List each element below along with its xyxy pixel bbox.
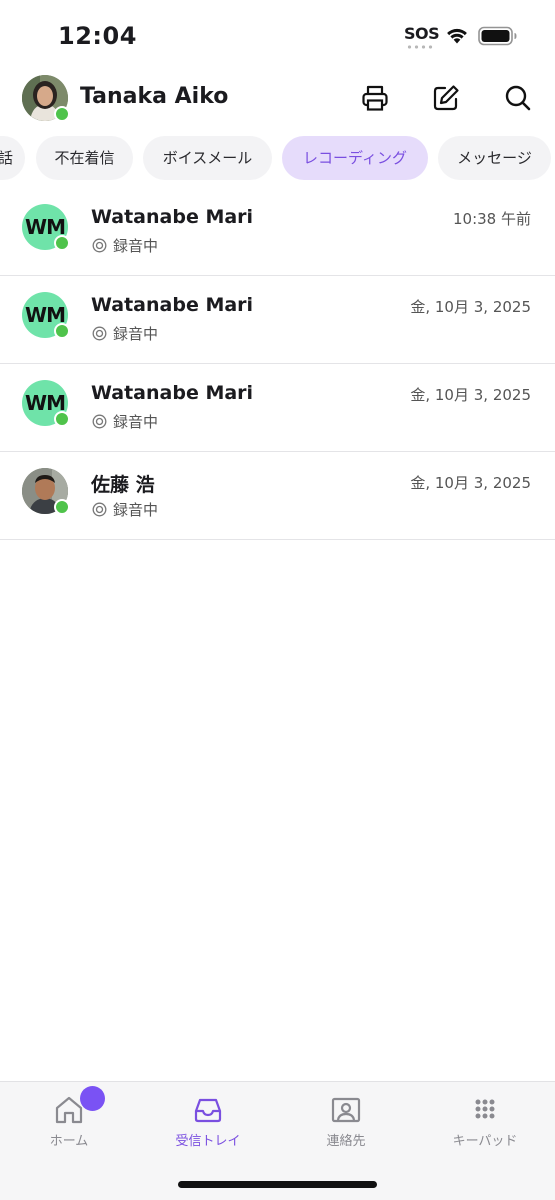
list-item[interactable]: 佐藤 浩 録音中 金, 10月 3, 2025 [0,452,555,540]
list-item[interactable]: WM Watanabe Mari 録音中 10:38 午前 [0,188,555,276]
chip-messages[interactable]: メッセージ [438,136,551,180]
recording-status: 録音中 [92,235,158,256]
list-item[interactable]: WM Watanabe Mari 録音中 金, 10月 3, 2025 [0,276,555,364]
inbox-icon [194,1098,222,1123]
recording-status-label: 録音中 [113,501,159,519]
user-name: Tanaka Aiko [80,84,229,109]
search-icon[interactable] [503,83,533,113]
tab-contacts[interactable]: 連絡先 [277,1094,415,1154]
contact-name: Watanabe Mari [91,294,254,316]
recording-date: 金, 10月 3, 2025 [410,298,531,316]
contact-avatar [22,468,70,515]
record-icon [92,238,107,253]
recording-date: 金, 10月 3, 2025 [410,474,531,492]
contact-avatar: WM [22,380,70,427]
recording-status-label: 録音中 [113,237,159,255]
presence-dot [54,106,70,122]
signal-dots [406,45,434,49]
recording-status-label: 録音中 [113,325,159,343]
recording-status: 録音中 [92,411,158,432]
list-item[interactable]: WM Watanabe Mari 録音中 金, 10月 3, 2025 [0,364,555,452]
status-time: 12:04 [58,22,137,50]
chip-calls[interactable]: 話 [0,136,25,180]
tab-inbox[interactable]: 受信トレイ [139,1094,277,1154]
record-icon [92,326,107,341]
chip-missed[interactable]: 不在着信 [36,136,133,180]
recording-status-label: 録音中 [113,413,159,431]
app-header: Tanaka Aiko [0,70,555,130]
chip-recordings[interactable]: レコーディング [282,136,428,180]
chip-voicemail[interactable]: ボイスメール [143,136,272,180]
recording-date: 金, 10月 3, 2025 [410,386,531,404]
user-avatar[interactable] [22,75,70,122]
battery-icon [478,26,517,46]
recordings-list: WM Watanabe Mari 録音中 10:38 午前 WM Watanab… [0,188,555,540]
compose-icon[interactable] [431,83,461,113]
wifi-icon [447,28,467,44]
status-bar: 12:04 SOS [0,0,555,70]
keypad-icon [475,1099,495,1119]
recording-status: 録音中 [92,323,158,344]
notification-badge [80,1086,105,1111]
contact-name: Watanabe Mari [91,382,254,404]
record-icon [92,502,107,517]
tab-label: 連絡先 [326,1134,366,1149]
presence-dot [54,411,70,427]
presence-dot [54,235,70,251]
sos-indicator: SOS [404,24,440,43]
contact-name: 佐藤 浩 [91,474,155,496]
contacts-icon [331,1097,361,1123]
filter-chips: 話 不在着信 ボイスメール レコーディング メッセージ [0,136,555,182]
contact-avatar: WM [22,292,70,339]
tab-home[interactable]: ホーム [0,1094,138,1154]
presence-dot [54,499,70,515]
tab-label: ホーム [49,1134,89,1149]
tab-label: 受信トレイ [175,1134,241,1149]
print-icon[interactable] [360,83,390,113]
home-indicator [178,1181,377,1188]
tab-keypad[interactable]: キーパッド [416,1094,554,1154]
tab-label: キーパッド [452,1134,518,1149]
presence-dot [54,323,70,339]
contact-avatar: WM [22,204,70,251]
contact-name: Watanabe Mari [91,206,254,228]
record-icon [92,414,107,429]
recording-status: 録音中 [92,499,158,520]
recording-date: 10:38 午前 [453,210,531,228]
